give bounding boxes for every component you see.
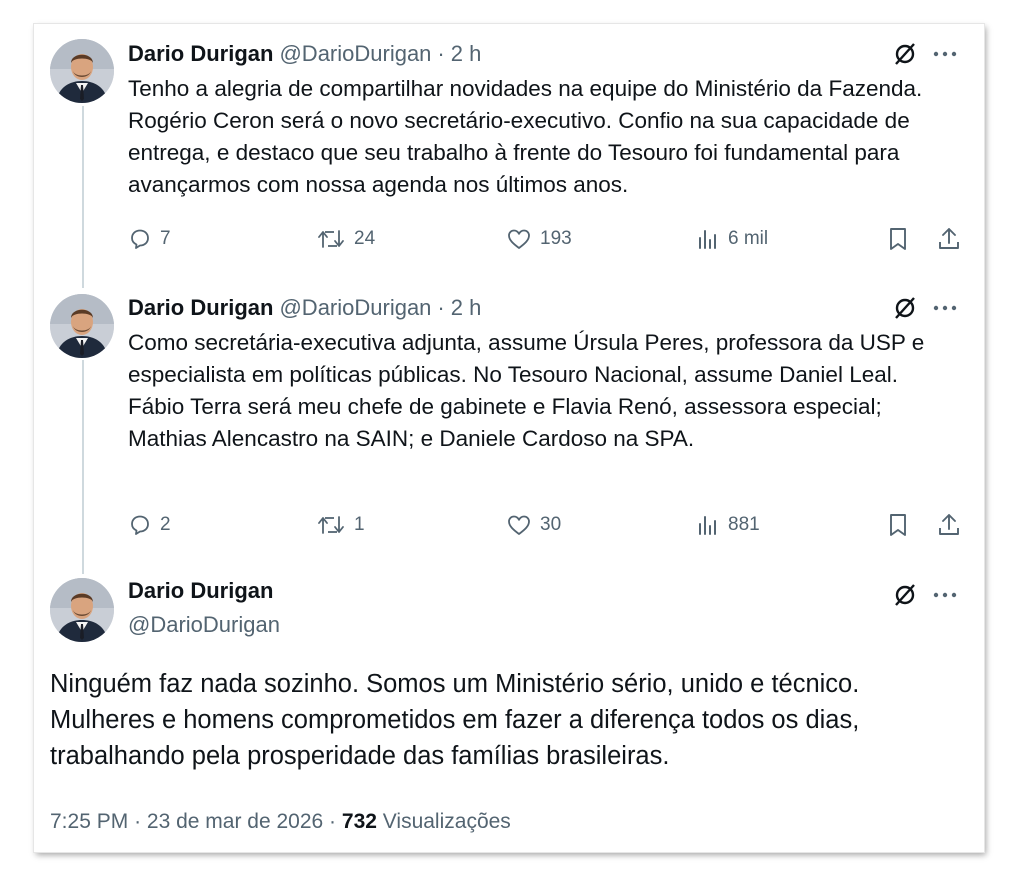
views-icon — [699, 516, 716, 535]
views-button[interactable]: 6 mil — [696, 224, 768, 254]
retweet-icon — [318, 230, 344, 248]
timestamp[interactable]: 2 h — [451, 41, 482, 67]
tweet-text: Tenho a alegria de compartilhar novidade… — [128, 76, 923, 197]
retweet-count: 24 — [354, 228, 376, 249]
views-count: 881 — [728, 514, 760, 535]
author-handle[interactable]: @DarioDurigan — [279, 41, 431, 67]
separator: · — [437, 41, 445, 66]
views-icon — [699, 230, 716, 249]
like-button[interactable]: 193 — [506, 224, 572, 254]
author-name[interactable]: Dario Durigan — [128, 295, 273, 321]
thread-line — [82, 360, 84, 574]
share-button[interactable] — [936, 510, 970, 540]
share-icon — [939, 228, 959, 249]
like-icon — [508, 229, 530, 249]
like-button[interactable]: 30 — [506, 510, 561, 540]
reply-icon — [131, 515, 149, 535]
more-icon[interactable] — [930, 580, 960, 610]
grok-icon[interactable] — [890, 293, 920, 323]
bookmark-icon — [890, 514, 906, 536]
avatar[interactable] — [50, 578, 114, 642]
author-name[interactable]: Dario Durigan — [128, 41, 273, 67]
tweet-date[interactable]: 23 de mar de 2026 — [147, 810, 323, 833]
author-name[interactable]: Dario Durigan — [128, 578, 273, 604]
tweet-time[interactable]: 7:25 PM — [50, 810, 128, 833]
retweet-button[interactable]: 24 — [316, 224, 375, 254]
tweet-header: Dario Durigan @DarioDurigan · 2 h — [128, 294, 481, 322]
avatar[interactable] — [50, 39, 114, 103]
separator: · — [437, 295, 445, 320]
main-tweet-text: Ninguém faz nada sozinho. Somos um Minis… — [50, 670, 860, 770]
views-total: 732 — [341, 810, 377, 833]
author-handle[interactable]: @DarioDurigan — [128, 612, 280, 638]
more-icon[interactable] — [930, 39, 960, 69]
tweet-text: Como secretária-executiva adjunta, assum… — [128, 330, 925, 451]
like-count: 30 — [540, 514, 562, 535]
retweet-button[interactable]: 1 — [316, 510, 365, 540]
retweet-count: 1 — [354, 514, 365, 535]
share-button[interactable] — [936, 224, 970, 254]
more-icon[interactable] — [930, 293, 960, 323]
tweet-actions: 2 1 30 881 — [128, 510, 968, 540]
reply-button[interactable]: 7 — [128, 224, 171, 254]
reply-count: 7 — [160, 228, 171, 249]
bookmark-button[interactable] — [886, 224, 918, 254]
like-count: 193 — [540, 228, 572, 249]
tweet-header: Dario Durigan @DarioDurigan · 2 h — [128, 40, 481, 68]
tweet-actions: 7 24 193 6 mil — [128, 224, 968, 254]
tweet-meta: 7:25 PM · 23 de mar de 2026 · 732 Visual… — [50, 810, 511, 834]
retweet-icon — [318, 516, 344, 534]
tweet-thread-card: Dario Durigan @DarioDurigan · 2 h Tenho … — [34, 24, 984, 852]
author-handle[interactable]: @DarioDurigan — [279, 295, 431, 321]
views-count: 6 mil — [728, 228, 769, 249]
bookmark-icon — [890, 228, 906, 250]
thread-line — [82, 106, 84, 288]
bookmark-button[interactable] — [886, 510, 918, 540]
reply-count: 2 — [160, 514, 171, 535]
reply-button[interactable]: 2 — [128, 510, 171, 540]
grok-icon[interactable] — [890, 39, 920, 69]
views-label: Visualizações — [382, 810, 511, 833]
share-icon — [939, 514, 959, 535]
views-button[interactable]: 881 — [696, 510, 760, 540]
avatar[interactable] — [50, 294, 114, 358]
separator: · — [329, 810, 337, 833]
timestamp[interactable]: 2 h — [451, 295, 482, 321]
reply-icon — [131, 229, 149, 249]
like-icon — [508, 515, 530, 535]
separator: · — [134, 810, 142, 833]
grok-icon[interactable] — [890, 580, 920, 610]
